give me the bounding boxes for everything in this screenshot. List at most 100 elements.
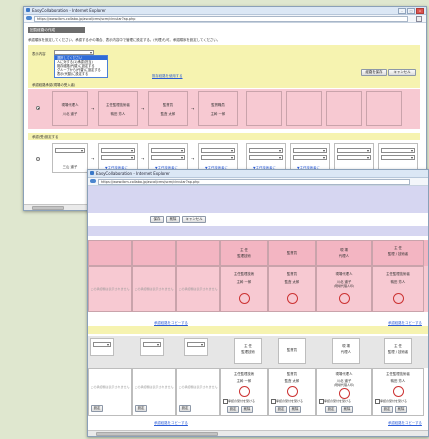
cell-name: 監査 太郎 — [284, 379, 300, 383]
back-nav-icon[interactable] — [26, 16, 32, 20]
front-cancel-button[interactable]: キャンセル — [182, 216, 206, 223]
front-head-cell-empty — [132, 240, 176, 266]
back-scroll-thumb[interactable] — [32, 206, 64, 210]
cell-role: 監督員 — [286, 272, 298, 276]
close-icon[interactable]: × — [416, 8, 424, 14]
check-label: 承認の受付を受ける — [228, 399, 256, 403]
cell-name: 鴨田 芳人 — [390, 379, 406, 383]
back-lower-select[interactable] — [151, 148, 185, 153]
front-scroll-thumb[interactable] — [96, 432, 218, 436]
front-copy-route-link[interactable]: 承認経路をコピーする — [154, 320, 188, 325]
cell-name: 川北 道子 — [62, 112, 78, 116]
window-controls: – □ × — [398, 8, 424, 14]
back-lower-select[interactable] — [151, 155, 185, 160]
back-route-cell-3: 監督職員 主幹 一郎 — [198, 91, 238, 126]
front-bottom-link[interactable]: 承認経路をコピーする — [154, 420, 188, 425]
front-bottom-link-right[interactable]: 承認経路をコピーする — [388, 420, 422, 425]
back-lower-select[interactable] — [293, 148, 327, 153]
cell-name: 監査 太郎 — [284, 280, 300, 284]
back-route-dropdown[interactable]: 選択してください 人に対する(1)承認(担当) 既存経路(代替)に設定する グル… — [54, 55, 108, 78]
front-head-cell-empty — [88, 240, 132, 266]
lock-icon — [416, 16, 422, 22]
front-lower-select[interactable] — [93, 342, 111, 347]
front-save-button[interactable]: 保存 — [150, 216, 164, 223]
front-cell-set-button[interactable]: 設定 — [275, 406, 287, 413]
cell-name: 鴨田 芳人 — [110, 112, 126, 116]
cell-role: 主任監理技術 — [233, 272, 255, 276]
front-copy-route-link-right[interactable]: 承認経路をコピーする — [388, 320, 422, 325]
empty-note: この承認欄は表示されません — [134, 385, 174, 389]
head-line2: 監理 / 技術者 — [387, 350, 409, 354]
front-lower-cell-2: 現場代理人 川北 道子 (現場代理人印) 承認の受付を受ける 設定 削除 — [316, 368, 372, 416]
minimize-icon[interactable]: – — [398, 8, 406, 14]
back-lower-radio[interactable] — [36, 157, 40, 161]
front-lower-set-button[interactable]: 設定 — [91, 405, 103, 412]
cell-sub: (現場代理人印) — [333, 284, 355, 288]
front-url-field[interactable]: https://www.ibm-collabo.jp/ascal/cms/scm… — [98, 179, 410, 185]
back-lower-select[interactable] — [249, 155, 283, 160]
head-line1: 主 任 — [244, 344, 252, 348]
front-lower-select[interactable] — [143, 342, 161, 347]
front-cell-set-button[interactable]: 設定 — [227, 406, 239, 413]
back-route-cell-empty — [246, 91, 282, 126]
back-lower-select[interactable] — [249, 148, 283, 153]
back-lower-select[interactable] — [293, 155, 327, 160]
back-save-route-button[interactable]: 経路を保存 — [361, 69, 387, 76]
dropdown-option[interactable]: 表示(代替)に設定する — [55, 72, 107, 76]
back-cancel-button[interactable]: キャンセル — [388, 69, 416, 76]
front-pink-cell-2: 現場代理人 川北 道子 (現場代理人印) — [316, 266, 372, 312]
back-route-header-text: 承認経路承認(現場の受入者) — [32, 83, 76, 87]
front-yellow-band — [88, 326, 428, 334]
front-cell-remove-button[interactable]: 削除 — [289, 406, 301, 413]
front-lower-set-button[interactable]: 設定 — [179, 405, 191, 412]
back-window-titlebar[interactable]: EasyCollaboration - Internet Explorer – … — [24, 7, 426, 15]
head-line1: 監督員 — [286, 348, 298, 352]
head-line2: 代理人 — [340, 350, 352, 354]
front-lower-cell-0: 主任監理技術 主幹 一郎 承認の受付を受ける 設定 削除 — [220, 368, 268, 416]
front-pink-cell-0: 主任監理技術 主幹 一郎 — [220, 266, 268, 312]
front-cell-remove-button[interactable]: 削除 — [241, 406, 253, 413]
back-lower-select[interactable] — [381, 155, 415, 160]
front-cell-remove-button[interactable]: 削除 — [341, 406, 353, 413]
maximize-icon[interactable]: □ — [407, 8, 415, 14]
head-line1: 主 任 — [240, 248, 248, 252]
back-lower-select[interactable] — [101, 155, 135, 160]
seal-stamp-icon — [287, 293, 298, 304]
cell-role: 主任監理技術者 — [106, 103, 130, 107]
front-lower-select[interactable] — [187, 342, 205, 347]
back-link-existing[interactable]: 既存経路を使用する — [152, 73, 183, 78]
front-lower-head-6: 主 任 監理 / 技術者 — [384, 338, 412, 364]
back-lower-select[interactable] — [381, 148, 415, 153]
back-lower-select[interactable] — [337, 148, 371, 153]
arrow-icon: → — [191, 106, 195, 111]
back-lower-header-text: 承認(受)設定する — [32, 135, 59, 139]
front-horizontal-scrollbar[interactable] — [88, 430, 428, 436]
back-lower-select[interactable] — [101, 148, 135, 153]
front-cell-set-button[interactable]: 設定 — [325, 406, 337, 413]
head-line1: 主 任 — [394, 246, 402, 250]
front-cell-remove-button[interactable]: 削除 — [395, 406, 407, 413]
front-lower-head-5: 現 場 代理人 — [332, 338, 360, 364]
back-lower-select[interactable] — [55, 148, 85, 153]
front-head-cell-3: 主 任 監理 / 技術者 — [372, 240, 424, 266]
front-toolbar-spacer — [88, 213, 428, 218]
front-nav-icon[interactable] — [90, 179, 96, 183]
back-route-cell-empty — [326, 91, 362, 126]
back-route-radio[interactable] — [36, 106, 40, 110]
back-lower-select[interactable] — [201, 155, 235, 160]
back-lower-select[interactable] — [201, 148, 235, 153]
front-cell-set-button[interactable]: 設定 — [381, 406, 393, 413]
front-delete-button[interactable]: 削除 — [166, 216, 180, 223]
back-lower-select[interactable] — [337, 155, 371, 160]
front-lower-set-button[interactable]: 設定 — [135, 405, 147, 412]
front-head-cell-0: 主 任 監理技術 — [220, 240, 268, 266]
cell-role: 主任監理技術者 — [386, 372, 410, 376]
front-lower-head-2 — [184, 338, 208, 356]
back-url-field[interactable]: https://www.ibm-collabo.jp/ascal/cms/scm… — [34, 16, 408, 22]
arrow-icon: → — [191, 156, 195, 161]
cell-name: 主幹 一郎 — [236, 379, 252, 383]
front-lower-head-1 — [140, 338, 164, 356]
empty-note: この承認欄は表示されません — [90, 287, 130, 291]
empty-note: この承認欄は表示されません — [178, 385, 218, 389]
front-window-titlebar[interactable]: EasyCollaboration - Internet Explorer — [88, 170, 428, 178]
